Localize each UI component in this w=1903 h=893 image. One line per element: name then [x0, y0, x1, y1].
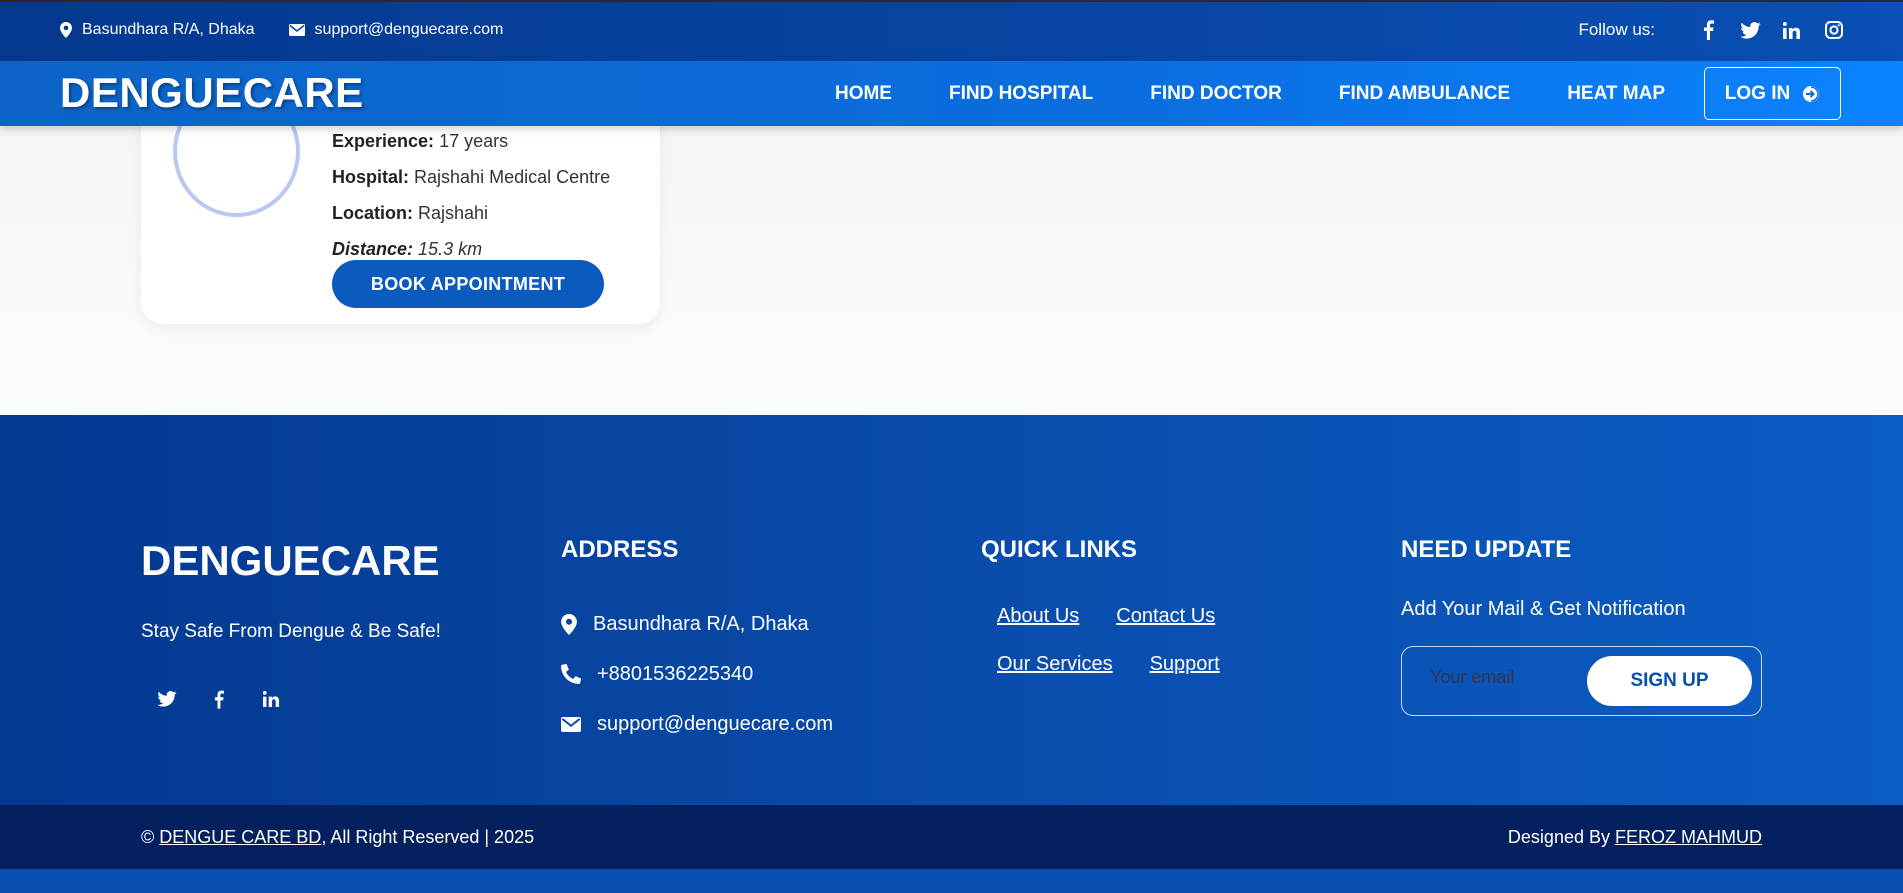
envelope-icon [288, 24, 305, 36]
map-pin-icon [60, 22, 72, 38]
facebook-icon[interactable] [1697, 19, 1719, 41]
linkedin-icon[interactable] [245, 687, 297, 711]
our-services-link[interactable]: Our Services [997, 653, 1113, 701]
topbar-email[interactable]: support@denguecare.com [315, 21, 504, 39]
signup-button[interactable]: SIGN UP [1587, 656, 1752, 706]
footer-social [141, 687, 297, 711]
support-link[interactable]: Support [1150, 653, 1220, 701]
footer: DENGUECARE Stay Safe From Dengue & Be Sa… [0, 415, 1903, 805]
quick-links-heading: QUICK LINKS [981, 536, 1137, 563]
login-button[interactable]: LOG IN [1704, 67, 1841, 120]
footer-address: Basundhara R/A, Dhaka [593, 612, 809, 635]
footer-address-list: Basundhara R/A, Dhaka +8801536225340 sup… [561, 599, 833, 749]
nav-home[interactable]: HOME [835, 83, 892, 105]
distance-value: 15.3 km [418, 239, 483, 259]
map-pin-icon [561, 613, 577, 635]
contact-us-link[interactable]: Contact Us [1116, 605, 1215, 653]
top-info-bar: Basundhara R/A, Dhaka support@denguecare… [0, 0, 1903, 61]
address-item: Basundhara R/A, Dhaka [60, 21, 255, 39]
book-appointment-button[interactable]: BOOK APPOINTMENT [332, 260, 604, 308]
phone-icon [561, 664, 581, 684]
company-link[interactable]: DENGUE CARE BD [159, 827, 321, 847]
experience-value: 17 years [439, 131, 509, 151]
address-heading: ADDRESS [561, 536, 679, 563]
footer-tagline: Stay Safe From Dengue & Be Safe! [141, 621, 441, 642]
follow-label: Follow us: [1578, 20, 1655, 39]
location-row: Location: Rajshahi [332, 201, 610, 237]
brand-logo[interactable]: DENGUECARE [60, 69, 364, 117]
need-update-text: Add Your Mail & Get Notification [1401, 598, 1686, 620]
nav-find-ambulance[interactable]: FIND AMBULANCE [1339, 83, 1510, 105]
nav-links: HOME FIND HOSPITAL FIND DOCTOR FIND AMBU… [778, 67, 1841, 120]
instagram-icon[interactable] [1823, 19, 1845, 41]
newsletter-form: SIGN UP [1401, 646, 1762, 716]
designer-link[interactable]: FEROZ MAHMUD [1615, 827, 1762, 847]
location-label: Location: [332, 203, 413, 223]
email-item[interactable]: support@denguecare.com [288, 21, 504, 39]
email-input[interactable] [1430, 667, 1580, 688]
need-update-heading: NEED UPDATE [1401, 536, 1572, 563]
location-value: Rajshahi [418, 203, 489, 223]
facebook-icon[interactable] [193, 687, 245, 711]
hospital-label: Hospital: [332, 167, 410, 187]
contact-info: Basundhara R/A, Dhaka support@denguecare… [60, 21, 537, 39]
twitter-icon[interactable] [1739, 19, 1761, 41]
nav-find-doctor[interactable]: FIND DOCTOR [1150, 83, 1282, 105]
designed-by-label: Designed By [1507, 827, 1610, 847]
login-label: LOG IN [1724, 82, 1791, 104]
copyright-text: © DENGUE CARE BD, All Right Reserved | 2… [141, 827, 534, 848]
footer-brand: DENGUECARE [141, 537, 440, 584]
footer-phone[interactable]: +8801536225340 [597, 663, 753, 686]
nav-find-hospital[interactable]: FIND HOSPITAL [949, 83, 1093, 105]
topbar-address: Basundhara R/A, Dhaka [82, 21, 255, 38]
envelope-icon [561, 716, 581, 732]
experience-row: Experience: 17 years [332, 129, 610, 165]
quick-links-row: Our Services Support [997, 653, 1257, 701]
copyright-bar: © DENGUE CARE BD, All Right Reserved | 2… [0, 805, 1903, 869]
hospital-value: Rajshahi Medical Centre [414, 167, 611, 187]
footer-phone-row: +8801536225340 [561, 649, 833, 699]
about-us-link[interactable]: About Us [997, 605, 1079, 653]
footer-address-row: Basundhara R/A, Dhaka [561, 599, 833, 649]
login-icon [1803, 85, 1820, 102]
linkedin-icon[interactable] [1781, 19, 1803, 41]
nav-heat-map[interactable]: HEAT MAP [1567, 83, 1665, 105]
footer-email-row: support@denguecare.com [561, 699, 833, 749]
footer-email[interactable]: support@denguecare.com [597, 713, 833, 736]
quick-links: About Us Contact Us Our Services Support [997, 605, 1257, 701]
quick-links-row: About Us Contact Us [997, 605, 1257, 653]
designer-credit: Designed By FEROZ MAHMUD [1508, 827, 1762, 848]
follow-us: Follow us: [1578, 19, 1845, 41]
distance-label: Distance: [332, 239, 414, 259]
copyright-symbol: © [141, 827, 155, 847]
hospital-row: Hospital: Rajshahi Medical Centre [332, 165, 610, 201]
results-area: Experience: 17 years Hospital: Rajshahi … [0, 86, 1903, 415]
rights-text: , All Right Reserved | 2025 [321, 827, 535, 847]
twitter-icon[interactable] [141, 687, 193, 711]
experience-label: Experience: [332, 131, 435, 151]
doctor-info: Experience: 17 years Hospital: Rajshahi … [332, 129, 610, 273]
main-navbar: DENGUECARE HOME FIND HOSPITAL FIND DOCTO… [0, 61, 1903, 126]
footer-tail-strip [0, 869, 1903, 893]
